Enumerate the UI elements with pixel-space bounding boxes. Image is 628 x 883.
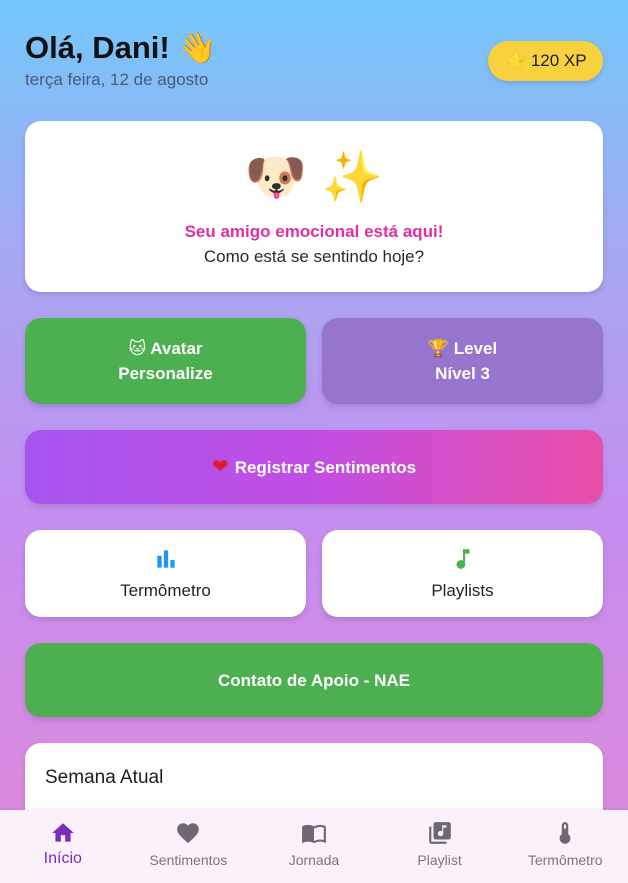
library-music-icon	[428, 822, 451, 844]
nav-label-sentimentos: Sentimentos	[149, 852, 228, 868]
heart-icon: ❤	[211, 455, 229, 478]
avatar-label: 🐱 Avatar	[128, 339, 203, 358]
register-feelings-button[interactable]: ❤ Registrar Sentimentos	[25, 430, 603, 504]
xp-badge[interactable]: ⭐ 120 XP	[488, 41, 603, 81]
bar-chart-icon	[156, 550, 175, 568]
nav-label-playlist: Playlist	[417, 852, 462, 868]
register-feelings-label: Registrar Sentimentos	[234, 457, 417, 477]
nav-item-termometro[interactable]: Termômetro	[502, 810, 628, 883]
level-label: 🏆 Level	[427, 339, 498, 358]
level-button[interactable]: 🏆 Level Nível 3	[322, 318, 603, 404]
avatar-sublabel: Personalize	[118, 364, 213, 383]
level-sublabel: Nível 3	[435, 364, 490, 383]
dog-icon: 🐶	[244, 149, 308, 205]
xp-value: 120 XP	[530, 51, 587, 70]
nav-item-sentimentos[interactable]: Sentimentos	[126, 810, 252, 883]
nav-item-jornada[interactable]: Jornada	[251, 810, 377, 883]
playlists-card[interactable]: Playlists	[322, 530, 603, 617]
avatar-button[interactable]: 🐱 Avatar Personalize	[25, 318, 306, 404]
nav-label-termometro: Termômetro	[527, 852, 603, 868]
star-icon: ⭐	[504, 50, 527, 71]
support-contact-button[interactable]: Contato de Apoio - NAE	[25, 643, 603, 717]
thermometer-icon	[559, 822, 571, 844]
book-icon	[302, 824, 326, 844]
nav-item-inicio[interactable]: Início	[0, 810, 126, 883]
home-icon	[51, 823, 74, 842]
current-week-title: Semana Atual	[45, 767, 164, 788]
heart-icon	[177, 823, 200, 844]
bottom-navigation: Início Sentimentos Jornada Playlist Term…	[0, 810, 628, 883]
playlists-card-label: Playlists	[431, 581, 494, 600]
date-label: terça feira, 12 de agosto	[25, 70, 209, 89]
thermometer-card-label: Termômetro	[120, 581, 211, 600]
hero-title: Seu amigo emocional está aqui!	[184, 222, 444, 241]
sparkles-icon: ✨	[320, 149, 384, 205]
header: Olá, Dani! 👋 terça feira, 12 de agosto	[25, 28, 217, 90]
support-contact-label: Contato de Apoio - NAE	[217, 670, 410, 690]
nav-label-jornada: Jornada	[288, 852, 340, 868]
music-note-icon	[456, 549, 469, 569]
mascot-emoji: 🐶 ✨	[25, 147, 603, 207]
emotional-friend-card: 🐶 ✨ Seu amigo emocional está aqui! Como …	[25, 121, 603, 292]
greeting-title: Olá, Dani! 👋	[25, 30, 217, 65]
nav-item-playlist[interactable]: Playlist	[377, 810, 503, 883]
nav-label-inicio: Início	[43, 850, 82, 867]
thermometer-card[interactable]: Termômetro	[25, 530, 306, 617]
hero-subtitle: Como está se sentindo hoje?	[203, 247, 425, 266]
